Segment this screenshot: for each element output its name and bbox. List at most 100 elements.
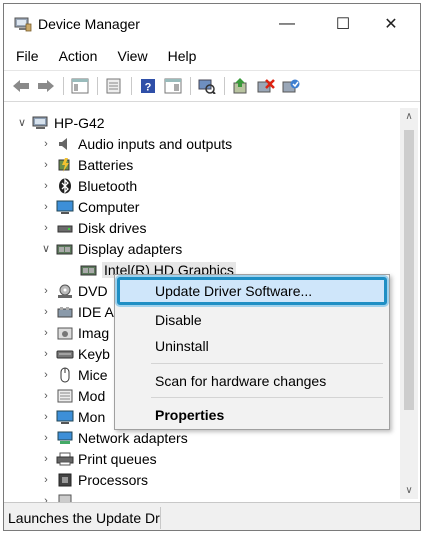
- status-bar: Launches the Update Dr: [4, 502, 420, 530]
- toolbar-separator: [224, 77, 225, 95]
- tree-item-monitors[interactable]: › Mon: [40, 406, 105, 427]
- tree-item-label: DVD: [78, 282, 108, 299]
- console-tree-icon[interactable]: [103, 76, 125, 96]
- disable-menu-item[interactable]: Disable: [155, 312, 202, 328]
- vertical-scrollbar[interactable]: ∧ ∨: [400, 108, 418, 499]
- toolbar-separator: [131, 77, 132, 95]
- tree-item-batteries[interactable]: › Batteries: [40, 154, 133, 175]
- tree-item-dvd[interactable]: › DVD: [40, 280, 108, 301]
- uninstall-menu-item[interactable]: Uninstall: [155, 338, 209, 354]
- tree-item-bluetooth[interactable]: › Bluetooth: [40, 175, 137, 196]
- toolbar-separator: [97, 77, 98, 95]
- scan-hardware-icon[interactable]: [196, 76, 218, 96]
- scrollbar-thumb[interactable]: [404, 130, 414, 410]
- action-pane-icon[interactable]: [162, 76, 184, 96]
- chevron-right-icon[interactable]: ›: [40, 453, 52, 465]
- chevron-right-icon[interactable]: ›: [40, 180, 52, 192]
- tree-item-imaging[interactable]: › Imag: [40, 322, 109, 343]
- mouse-icon: [56, 367, 74, 383]
- scroll-down-arrow-icon[interactable]: ∨: [400, 482, 418, 499]
- device-manager-window: Device Manager — ☐ ✕ File Action View He…: [3, 3, 421, 531]
- tree-item-computer[interactable]: › Computer: [40, 196, 139, 217]
- tree-item-label: Bluetooth: [78, 177, 138, 194]
- minimize-button[interactable]: —: [264, 10, 310, 38]
- scroll-up-arrow-icon[interactable]: ∧: [400, 108, 418, 125]
- toolbar-separator: [190, 77, 191, 95]
- chevron-right-icon[interactable]: ›: [40, 390, 52, 402]
- maximize-button[interactable]: ☐: [320, 10, 366, 38]
- chevron-down-icon[interactable]: ∨: [16, 117, 28, 129]
- scan-hardware-menu-item[interactable]: Scan for hardware changes: [155, 373, 326, 389]
- tree-item-processors[interactable]: › Processors: [40, 469, 148, 490]
- dvd-drive-icon: [56, 283, 74, 299]
- computer-root-icon: [32, 115, 50, 131]
- title-bar: Device Manager — ☐ ✕: [4, 4, 420, 42]
- chevron-right-icon[interactable]: ›: [40, 411, 52, 423]
- update-driver-icon[interactable]: [230, 76, 252, 96]
- speaker-icon: [56, 136, 74, 152]
- menu-bar: File Action View Help: [4, 44, 420, 68]
- tree-item-label: Computer: [78, 198, 140, 215]
- help-icon[interactable]: ?: [137, 76, 159, 96]
- chevron-right-icon[interactable]: ›: [40, 285, 52, 297]
- tree-item-label: Keyb: [78, 345, 110, 362]
- context-menu: Update Driver Software... Disable Uninst…: [114, 274, 390, 430]
- tree-root-label: HP-G42: [54, 114, 105, 131]
- menu-help[interactable]: Help: [166, 46, 199, 66]
- printer-icon: [56, 451, 74, 467]
- modem-icon: [56, 388, 74, 404]
- tree-item-ide[interactable]: › IDE A: [40, 301, 114, 322]
- imaging-device-icon: [56, 325, 74, 341]
- tree-item-label: Disk drives: [78, 219, 147, 236]
- tree-item-network-adapters[interactable]: › Network adapters: [40, 427, 188, 448]
- menu-separator: [151, 397, 383, 398]
- menu-view[interactable]: View: [115, 46, 149, 66]
- keyboard-icon: [56, 346, 74, 362]
- chevron-down-icon[interactable]: ∨: [40, 243, 52, 255]
- menu-separator: [151, 363, 383, 364]
- chevron-right-icon[interactable]: ›: [40, 138, 52, 150]
- toolbar-separator: [63, 77, 64, 95]
- tree-item-label: Batteries: [78, 156, 134, 173]
- menu-action[interactable]: Action: [57, 46, 100, 66]
- chevron-right-icon[interactable]: ›: [40, 306, 52, 318]
- chevron-right-icon[interactable]: ›: [40, 474, 52, 486]
- chevron-right-icon[interactable]: ›: [40, 159, 52, 171]
- tree-item-label: Audio inputs and outputs: [78, 135, 233, 152]
- update-driver-menu-item[interactable]: Update Driver Software...: [155, 283, 312, 299]
- tree-item-disk-drives[interactable]: › Disk drives: [40, 217, 146, 238]
- processor-icon: [56, 472, 74, 488]
- uninstall-device-icon[interactable]: [255, 76, 277, 96]
- window-title: Device Manager: [38, 16, 140, 32]
- chevron-right-icon[interactable]: ›: [40, 348, 52, 360]
- enable-device-icon[interactable]: [280, 76, 302, 96]
- tree-item-label: Display adapters: [78, 240, 183, 257]
- close-button[interactable]: ✕: [368, 10, 414, 38]
- tree-item-print-queues[interactable]: › Print queues: [40, 448, 156, 469]
- display-adapter-icon: [56, 241, 74, 257]
- tree-item-keyboards[interactable]: › Keyb: [40, 343, 110, 364]
- properties-panel-icon[interactable]: [69, 76, 91, 96]
- chevron-right-icon[interactable]: ›: [40, 222, 52, 234]
- forward-arrow-icon[interactable]: [35, 76, 57, 96]
- tree-root-row[interactable]: ∨ HP-G42: [16, 112, 105, 133]
- back-arrow-icon[interactable]: [10, 76, 32, 96]
- menu-file[interactable]: File: [14, 46, 41, 66]
- chevron-right-icon[interactable]: ›: [40, 432, 52, 444]
- tree-item-label: Network adapters: [78, 429, 188, 446]
- properties-menu-item[interactable]: Properties: [155, 407, 224, 423]
- chevron-right-icon[interactable]: ›: [40, 327, 52, 339]
- status-divider: [160, 507, 161, 529]
- network-adapter-icon: [56, 430, 74, 446]
- tree-item-audio[interactable]: › Audio inputs and outputs: [40, 133, 232, 154]
- tree-item-label: Mon: [78, 408, 106, 425]
- svg-text:?: ?: [145, 82, 152, 94]
- tree-item-modems[interactable]: › Mod: [40, 385, 105, 406]
- tree-item-mice[interactable]: › Mice: [40, 364, 107, 385]
- tree-item-display-adapters[interactable]: ∨ Display adapters: [40, 238, 182, 259]
- chevron-right-icon[interactable]: ›: [40, 369, 52, 381]
- computer-icon: [56, 199, 74, 215]
- chevron-right-icon[interactable]: ›: [40, 201, 52, 213]
- bluetooth-icon: [56, 177, 74, 194]
- status-text: Launches the Update Dr: [8, 510, 160, 526]
